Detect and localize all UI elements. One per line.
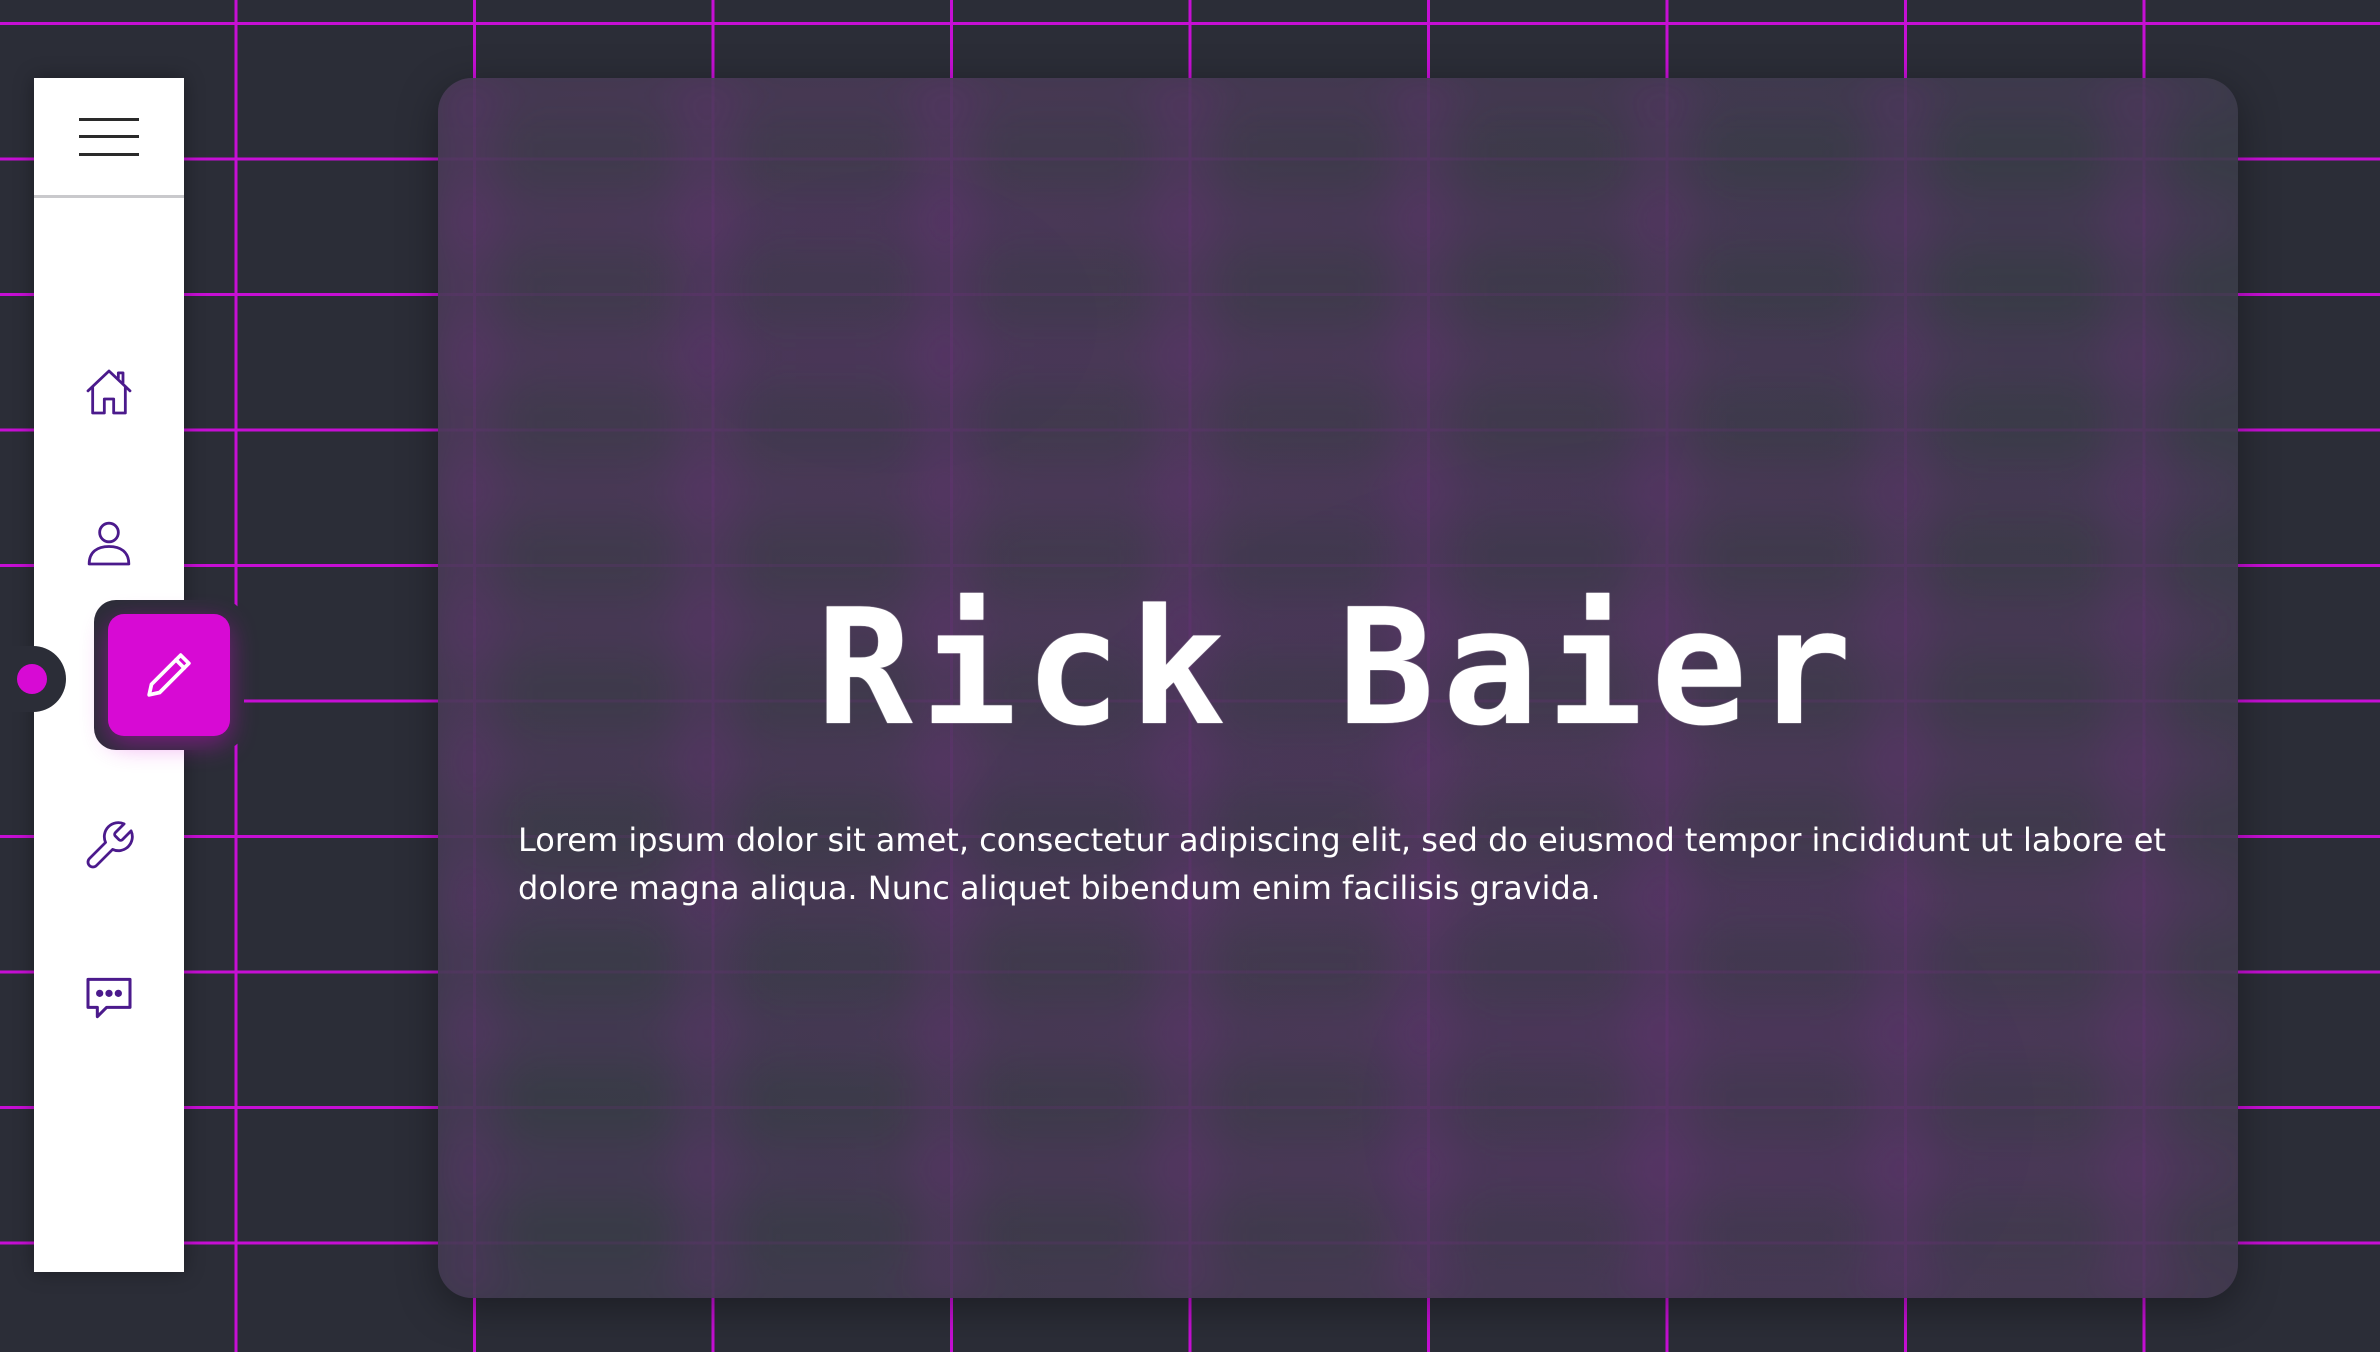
- home-icon: [86, 369, 132, 415]
- sidebar-item-edit[interactable]: [108, 614, 230, 736]
- hero-title: Rick Baier: [816, 574, 1860, 761]
- pencil-icon: [147, 653, 191, 697]
- user-icon: [87, 521, 131, 566]
- sidebar-item-chat[interactable]: [34, 938, 184, 1058]
- wrench-icon: [86, 821, 134, 869]
- sidebar-item-profile[interactable]: [34, 483, 184, 603]
- hero-card: Rick Baier Lorem ipsum dolor sit amet, c…: [438, 78, 2238, 1298]
- active-indicator-dot: [17, 664, 47, 694]
- sidebar-item-tools[interactable]: [34, 786, 184, 906]
- hamburger-menu-icon[interactable]: [79, 117, 139, 156]
- chat-bubble-icon: [86, 977, 132, 1019]
- sidebar-item-home[interactable]: [34, 332, 184, 452]
- sidebar-header: [34, 78, 184, 198]
- hero-description: Lorem ipsum dolor sit amet, consectetur …: [518, 821, 2166, 907]
